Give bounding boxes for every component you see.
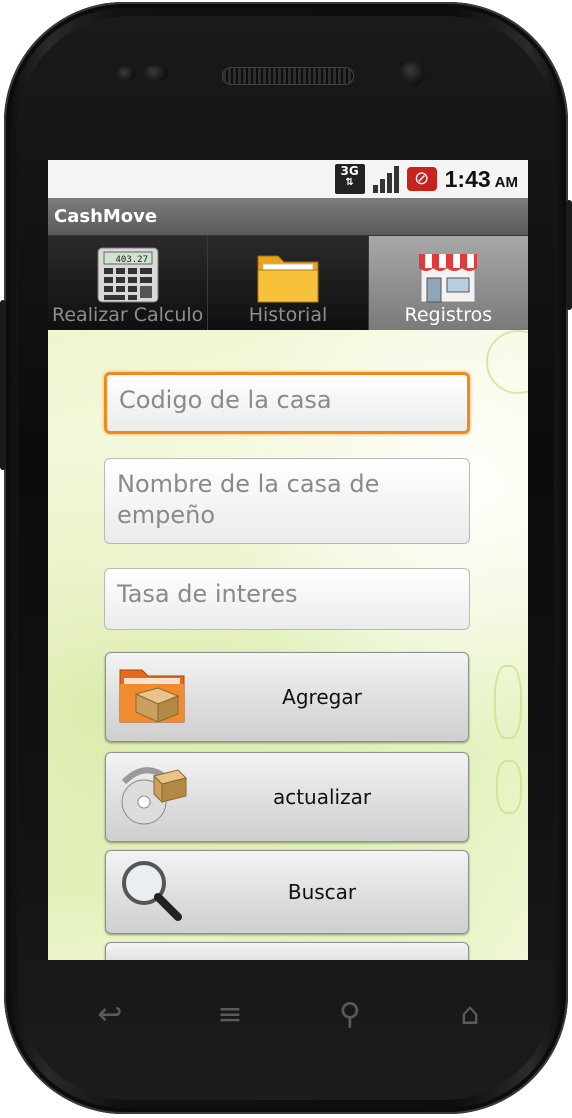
- agregar-label: Agregar: [282, 685, 362, 709]
- clock-ampm: AM: [494, 173, 518, 191]
- tasa-interes-input[interactable]: Tasa de interes: [104, 568, 470, 630]
- actualizar-button[interactable]: actualizar: [105, 752, 469, 842]
- front-camera: [401, 61, 425, 85]
- clock: 1:43 AM: [445, 166, 518, 193]
- screen: 3G ⇅ ⊘ 1:43 AM CashMove 403.27 Realizar …: [48, 160, 528, 960]
- tasa-interes-placeholder: Tasa de interes: [117, 580, 298, 608]
- app-title-bar: CashMove: [48, 198, 528, 236]
- partial-button[interactable]: [105, 942, 469, 960]
- tab-bar: 403.27 Realizar Calculo Historial Regist…: [48, 236, 528, 330]
- soft-keys: ↩ ≡ ⚲ ⌂: [90, 990, 490, 1040]
- status-bar: 3G ⇅ ⊘ 1:43 AM: [48, 160, 528, 198]
- buscar-label: Buscar: [287, 880, 357, 904]
- tab-realizar-calculo[interactable]: 403.27 Realizar Calculo: [48, 236, 209, 330]
- home-icon[interactable]: ⌂: [450, 995, 490, 1035]
- codigo-casa-input[interactable]: Codigo de la casa: [104, 372, 470, 434]
- actualizar-label: actualizar: [272, 785, 372, 809]
- background-bubble: [494, 665, 522, 739]
- tab-label-historial: Historial: [248, 304, 328, 326]
- store-icon: [415, 246, 481, 310]
- nombre-casa-input[interactable]: Nombre de la casa de empeño: [104, 458, 470, 544]
- tab-registros[interactable]: Registros: [368, 236, 528, 330]
- network-label: 3G: [340, 164, 359, 178]
- buscar-button[interactable]: Buscar: [105, 850, 469, 934]
- tab-label-registros: Registros: [404, 304, 493, 326]
- clock-time: 1:43: [444, 165, 491, 192]
- menu-icon[interactable]: ≡: [210, 995, 250, 1035]
- tab-historial[interactable]: Historial: [208, 236, 369, 330]
- app-title: CashMove: [54, 206, 158, 227]
- tab-label-realizar-calculo: Realizar Calculo: [52, 304, 204, 326]
- back-icon[interactable]: ↩: [90, 995, 130, 1035]
- earpiece-speaker: [222, 67, 354, 85]
- proximity-sensor: [117, 66, 135, 82]
- calculator-icon: 403.27: [96, 246, 160, 308]
- content-area: Codigo de la casa Nombre de la casa de e…: [48, 330, 528, 960]
- signal-strength-icon: [372, 165, 399, 193]
- power-button: [566, 200, 572, 310]
- volume-button: [0, 300, 6, 470]
- nombre-casa-placeholder: Nombre de la casa de empeño: [117, 470, 380, 529]
- folder-icon: [255, 246, 321, 310]
- alert-notification-icon[interactable]: ⊘: [406, 167, 437, 191]
- codigo-casa-placeholder: Codigo de la casa: [119, 386, 332, 414]
- background-bubble: [486, 330, 528, 394]
- search-icon[interactable]: ⚲: [330, 995, 370, 1035]
- light-sensor: [143, 66, 169, 80]
- background-bubble: [496, 760, 522, 814]
- network-3g-icon: 3G ⇅: [334, 164, 365, 194]
- svg-text:403.27: 403.27: [115, 255, 148, 265]
- agregar-button[interactable]: Agregar: [105, 652, 469, 742]
